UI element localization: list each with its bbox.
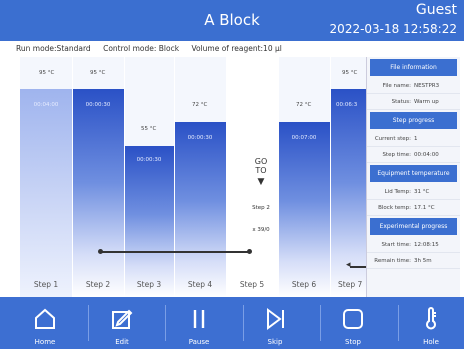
datetime-label: 2022-03-18 12:58:22 <box>329 22 457 36</box>
user-label[interactable]: Guest <box>416 2 457 18</box>
protocol-chart: 00:04:00 95 °C Step 1 00:00:30 95 °C Ste… <box>20 57 366 297</box>
step-3-temp: 55 °C <box>141 126 157 132</box>
down-arrow-icon: ▼ <box>257 177 265 187</box>
pause-icon <box>193 310 205 328</box>
edit-button[interactable]: Edit <box>93 297 151 349</box>
pause-button[interactable]: Pause <box>170 297 228 349</box>
run-info: Run mode:Standard Control mode: Block Vo… <box>16 44 292 53</box>
block-temp-row: Block temp: 17.1 °C <box>367 200 460 216</box>
goto-target-step: Step 2 <box>252 205 270 211</box>
status-panel: File information File name: NESTPR3 Statu… <box>366 57 460 297</box>
run-mode: Run mode:Standard <box>16 44 91 53</box>
home-icon <box>35 308 55 329</box>
step-1-label: Step 1 <box>33 280 59 289</box>
loop-range-bar-2[interactable] <box>350 266 366 268</box>
thermometer-icon <box>426 307 436 330</box>
step-2-temp: 95 °C <box>90 70 106 76</box>
step-6-time: 00:07:00 <box>291 135 317 141</box>
left-arrow-icon: ◂ <box>346 260 351 270</box>
step-7-time: 00:06:3 <box>336 102 358 108</box>
step-7-temp: 95 °C <box>342 70 358 76</box>
loop-end-handle[interactable] <box>247 249 252 254</box>
step-1-temp: 95 °C <box>39 70 55 76</box>
step-6-column[interactable]: 00:07:00 <box>278 57 330 297</box>
step-4-time: 00:00:30 <box>187 135 213 141</box>
experimental-progress-header: Experimental progress <box>370 218 457 235</box>
step-1-time: 00:04:00 <box>33 102 59 108</box>
equipment-temp-header: Equipment temperature <box>370 165 457 182</box>
stop-icon <box>343 309 363 329</box>
step-4-label: Step 4 <box>187 280 213 289</box>
stop-button[interactable]: Stop <box>324 297 382 349</box>
step-2-column[interactable]: 00:00:30 <box>72 57 124 297</box>
goto-repeat-count: x 39/0 <box>252 227 270 233</box>
loop-start-handle[interactable] <box>98 249 103 254</box>
step-time-row: Step time: 00:04:00 <box>367 147 460 163</box>
step-2-time: 00:00:30 <box>85 102 111 108</box>
edit-icon <box>112 309 133 329</box>
loop-range-bar[interactable] <box>100 251 250 253</box>
step-2-label: Step 2 <box>85 280 111 289</box>
step-progress-header: Step progress <box>370 112 457 129</box>
app-root: { "header": {"title": "A Block", "user":… <box>0 0 464 349</box>
status-row: Status: Warm up <box>367 94 460 110</box>
title-bar: A Block Guest 2022-03-18 12:58:22 <box>0 0 464 41</box>
step-4-column[interactable]: 00:00:30 <box>174 57 226 297</box>
step-5-label: Step 5 <box>239 280 265 289</box>
remain-time-row: Remain time: 3h 5m <box>367 253 460 269</box>
step-3-label: Step 3 <box>136 280 162 289</box>
step-6-label: Step 6 <box>291 280 317 289</box>
lid-temp-row: Lid Temp: 31 °C <box>367 184 460 200</box>
skip-icon <box>267 308 284 330</box>
skip-button[interactable]: Skip <box>246 297 304 349</box>
current-step-row: Current step: 1 <box>367 131 460 147</box>
bottom-nav: Home Edit Pause Skip Stop Hole <box>0 297 464 349</box>
step-4-temp: 72 °C <box>192 102 208 108</box>
step-6-temp: 72 °C <box>296 102 312 108</box>
start-time-row: Start time: 12:08:15 <box>367 237 460 253</box>
file-name-row: File name: NESTPR3 <box>367 78 460 94</box>
step-3-column[interactable]: 00:00:30 <box>124 57 174 297</box>
reagent-volume: Volume of reagent:10 μl <box>191 44 282 53</box>
step-3-time: 00:00:30 <box>136 157 162 163</box>
file-info-header: File information <box>370 59 457 76</box>
goto-marker: GO TO ▼ Step 2 x 39/0 <box>246 157 276 233</box>
hole-button[interactable]: Hole <box>402 297 460 349</box>
control-mode: Control mode: Block <box>103 44 180 53</box>
home-button[interactable]: Home <box>16 297 74 349</box>
step-1-column[interactable]: 00:04:00 <box>20 57 72 297</box>
